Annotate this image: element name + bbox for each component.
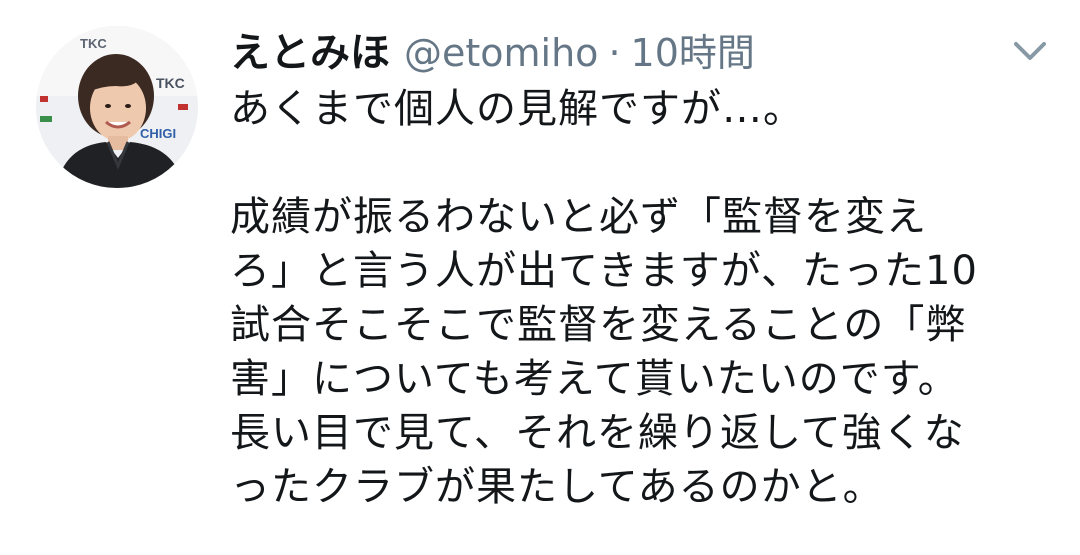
avatar-backdrop-text-3: CHIGI: [140, 126, 176, 141]
tweet-text: あくまで個人の見解ですが…。 成績が振るわないと必ず「監督を変え ろ」と言う人が…: [230, 82, 1060, 514]
avatar[interactable]: TKC TKC CHIGI: [36, 26, 198, 188]
tweet-text-line: 試合そこそこで監督を変えることの「弊: [230, 302, 967, 348]
tweet-header: えとみほ @etomiho · 10時間: [230, 20, 755, 80]
header-separator: ·: [608, 31, 621, 75]
avatar-backdrop-text-2: TKC: [156, 75, 185, 91]
tweet-text-line: 長い目で見て、それを繰り返して強くな: [230, 410, 965, 456]
tweet-text-line: 害」についても考えて貰いたいのです。: [230, 356, 959, 402]
tweet-timestamp[interactable]: 10時間: [631, 22, 755, 77]
tweet-menu-button[interactable]: [1010, 36, 1050, 66]
tweet-text-line: ったクラブが果たしてあるのかと。: [230, 464, 884, 510]
author-handle[interactable]: @etomiho: [404, 31, 598, 75]
tweet-text-line: あくまで個人の見解ですが…。: [230, 86, 804, 132]
author-display-name[interactable]: えとみほ: [230, 20, 390, 78]
avatar-photo: TKC TKC CHIGI: [36, 26, 198, 188]
tweet-text-line: 成績が振るわないと必ず「監督を変え: [230, 194, 927, 240]
chevron-down-icon: [1014, 42, 1046, 60]
avatar-backdrop-text-1: TKC: [80, 36, 107, 51]
tweet-text-line: ろ」と言う人が出てきますが、たった10: [230, 248, 978, 294]
tweet[interactable]: TKC TKC CHIGI えとみほ @etomiho · 10時間 あくまで個…: [0, 0, 1080, 555]
